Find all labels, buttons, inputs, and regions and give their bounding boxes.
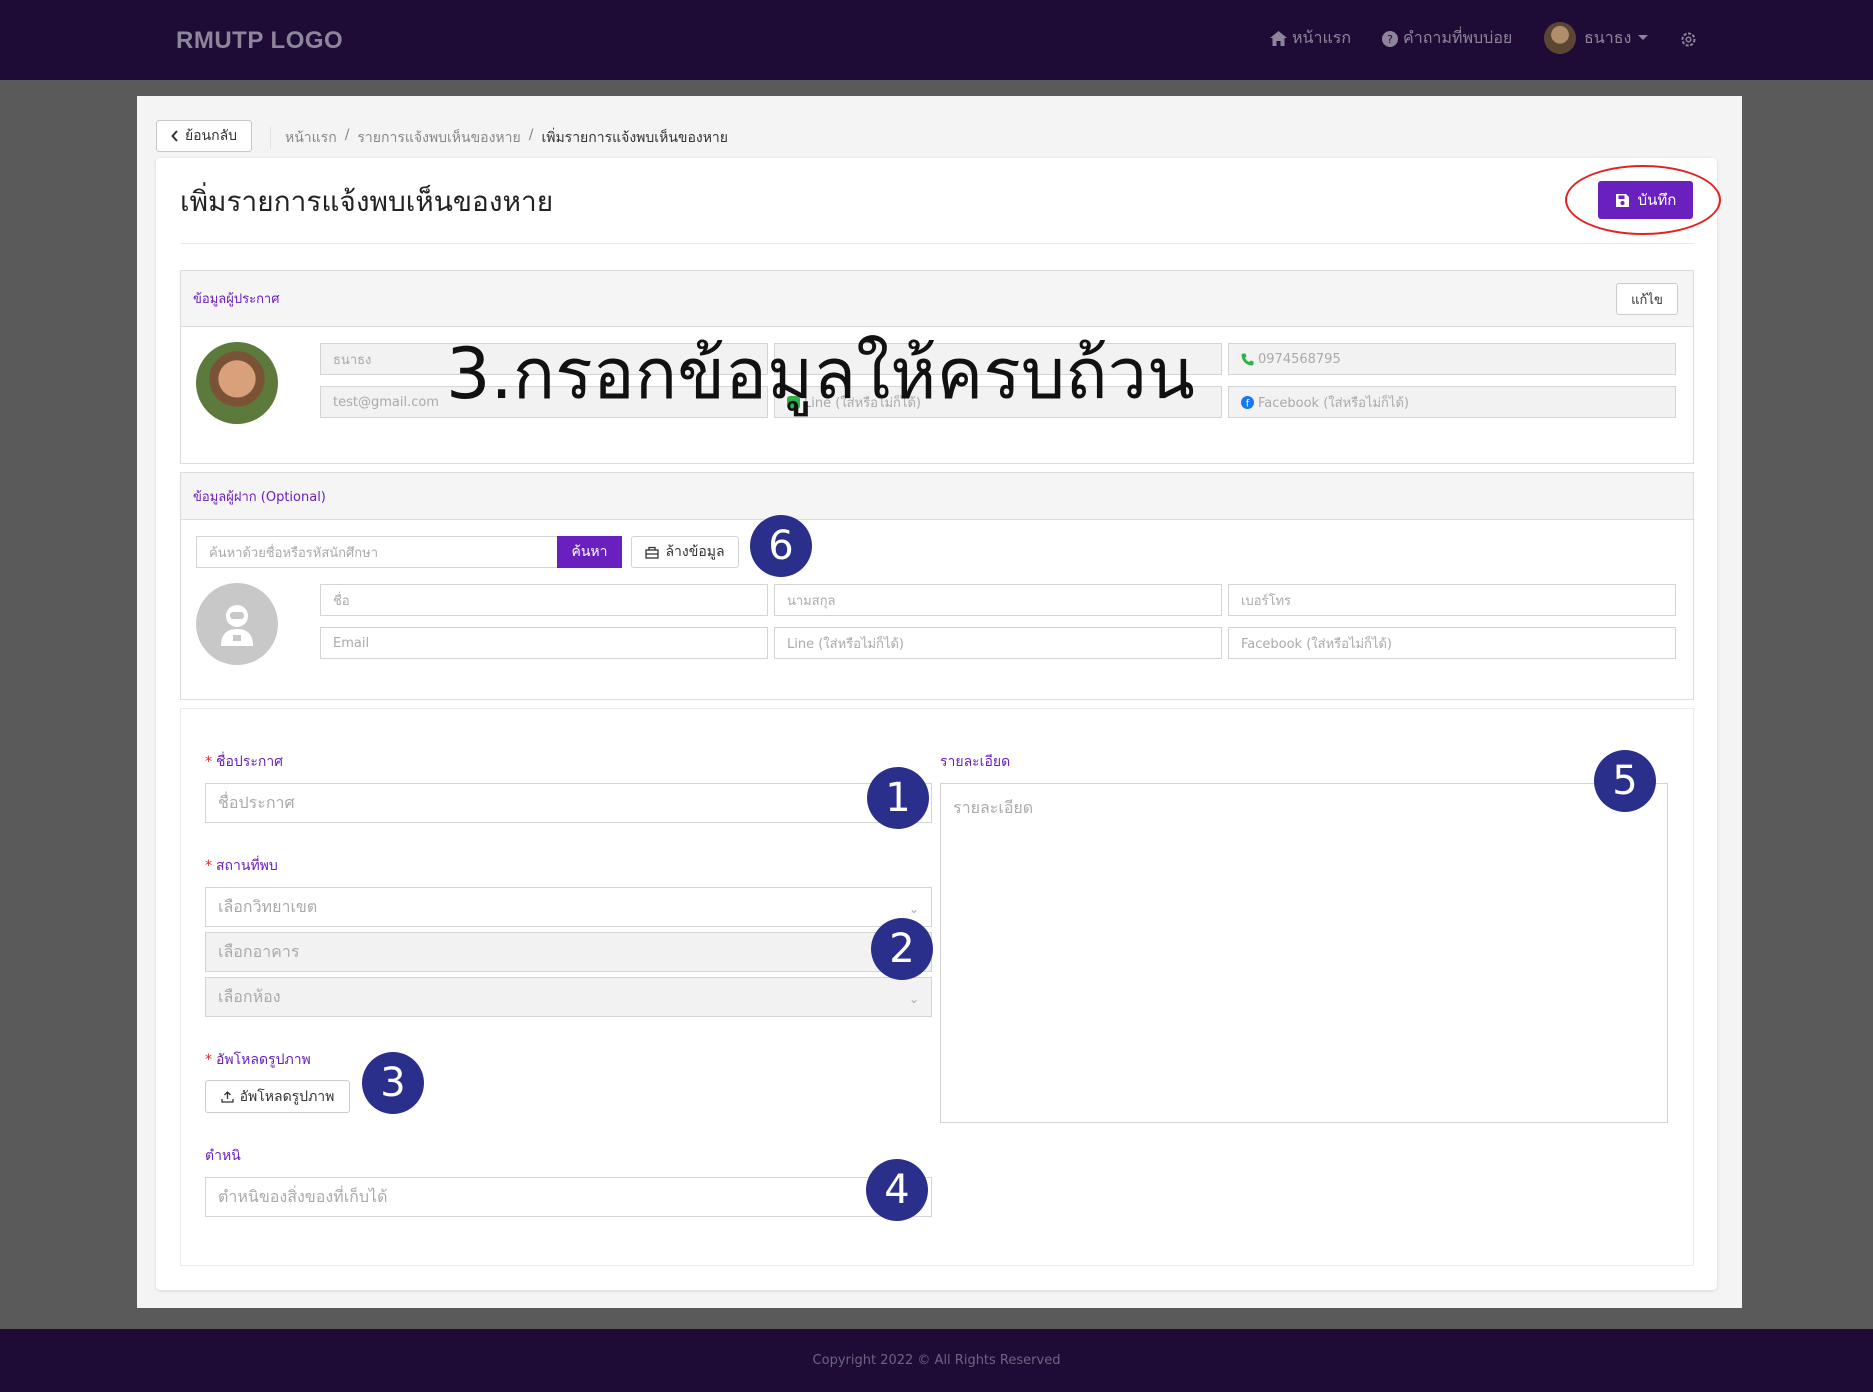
breadcrumb: หน้าแรก / รายการแจ้งพบเห็นของหาย / เพิ่ม…	[270, 127, 728, 149]
depositor-panel-heading: ข้อมูลผู้ฝาก (Optional)	[181, 473, 1693, 520]
breadcrumb-home[interactable]: หน้าแรก	[285, 127, 337, 149]
upload-image-button[interactable]: อัพโหลดรูปภาพ	[205, 1080, 350, 1113]
nav-faq-label: คำถามที่พบบ่อย	[1403, 28, 1513, 47]
nav-faq-link[interactable]: ? คำถามที่พบบ่อย	[1382, 26, 1512, 51]
defect-label: ตำหนิ	[205, 1148, 241, 1164]
announcer-facebook-placeholder: Facebook (ใส่หรือไม่ก็ได้)	[1258, 395, 1409, 411]
caret-down-icon	[1638, 35, 1649, 40]
page-title: เพิ่มรายการแจ้งพบเห็นของหาย	[180, 185, 554, 218]
announcement-title-label: * ชื่อประกาศ	[205, 751, 283, 773]
announcer-avatar	[196, 342, 278, 424]
campus-select-placeholder: เลือกวิทยาเขต	[218, 896, 318, 916]
chevron-down-icon: ⌄	[908, 902, 919, 916]
footer: Copyright 2022 © All Rights Reserved	[0, 1329, 1873, 1392]
user-avatar	[1544, 22, 1576, 54]
edit-announcer-button[interactable]: แก้ไข	[1616, 283, 1678, 315]
breadcrumb-current: เพิ่มรายการแจ้งพบเห็นของหาย	[541, 130, 728, 146]
detail-label: รายละเอียด	[940, 754, 1011, 770]
step-badge-annotation: 6	[750, 515, 812, 577]
home-icon	[1270, 31, 1287, 46]
announcement-title-placeholder: ชื่อประกาศ	[218, 792, 295, 812]
depositor-name-field[interactable]: ชื่อ	[320, 584, 768, 616]
announcement-title-label-text: ชื่อประกาศ	[216, 754, 284, 770]
step-badge-annotation: 5	[1594, 750, 1656, 812]
phone-icon	[1241, 353, 1254, 365]
depositor-email-placeholder: Email	[333, 635, 370, 651]
announcer-email-value: test@gmail.com	[333, 394, 439, 410]
room-select[interactable]: เลือกห้อง ⌄	[205, 977, 932, 1017]
breadcrumb-separator: /	[528, 127, 534, 143]
facebook-icon: f	[1241, 395, 1254, 409]
detail-placeholder: รายละเอียด	[953, 798, 1034, 817]
announcement-title-input[interactable]: ชื่อประกาศ	[205, 783, 932, 823]
instruction-annotation: 3.กรอกข้อมูลให้ครบถ้วน	[446, 333, 1195, 415]
step-badge-annotation: 1	[867, 767, 929, 829]
required-marker: *	[205, 754, 212, 770]
announcer-phone-field[interactable]: 0974568795	[1228, 343, 1676, 375]
user-menu[interactable]: ธนาธง	[1544, 22, 1654, 54]
top-navbar: RMUTP LOGO หน้าแรก ? คำถามที่พบบ่อย ธนาธ…	[0, 0, 1873, 80]
depositor-avatar-placeholder	[196, 583, 278, 665]
depositor-search-input[interactable]: ค้นหาด้วยชื่อหรือรหัสนักศึกษา	[196, 536, 558, 568]
depositor-line-field[interactable]: Line (ใส่หรือไม่ก็ได้)	[774, 627, 1222, 659]
divider	[180, 243, 1694, 244]
location-label: * สถานที่พบ	[205, 855, 278, 877]
depositor-facebook-field[interactable]: Facebook (ใส่หรือไม่ก็ได้)	[1228, 627, 1676, 659]
svg-text:?: ?	[1387, 33, 1393, 46]
announcer-facebook-field[interactable]: f Facebook (ใส่หรือไม่ก็ได้)	[1228, 386, 1676, 418]
building-select-placeholder: เลือกอาคาร	[218, 941, 300, 961]
building-select[interactable]: เลือกอาคาร	[205, 932, 932, 972]
clear-data-label: ล้างข้อมูล	[665, 544, 725, 560]
upload-image-button-label: อัพโหลดรูปภาพ	[239, 1088, 335, 1105]
depositor-surname-placeholder: นามสกุล	[787, 593, 836, 609]
breadcrumb-found-items[interactable]: รายการแจ้งพบเห็นของหาย	[357, 127, 520, 149]
back-button[interactable]: ย้อนกลับ	[156, 120, 252, 152]
highlight-ring-annotation	[1565, 165, 1721, 235]
announcer-phone-value: 0974568795	[1258, 351, 1341, 367]
upload-image-label-text: อัพโหลดรูปภาพ	[216, 1052, 311, 1068]
campus-select[interactable]: เลือกวิทยาเขต ⌄	[205, 887, 932, 927]
depositor-line-placeholder: Line (ใส่หรือไม่ก็ได้)	[787, 636, 904, 652]
room-select-placeholder: เลือกห้อง	[218, 986, 281, 1006]
required-marker: *	[205, 1052, 212, 1068]
nav-home-label: หน้าแรก	[1292, 28, 1352, 47]
eraser-icon	[645, 546, 660, 559]
settings-button[interactable]	[1680, 31, 1702, 48]
depositor-phone-field[interactable]: เบอร์โทร	[1228, 584, 1676, 616]
nav-home-link[interactable]: หน้าแรก	[1270, 26, 1351, 51]
depositor-surname-field[interactable]: นามสกุล	[774, 584, 1222, 616]
upload-image-label: * อัพโหลดรูปภาพ	[205, 1049, 311, 1071]
clear-data-button[interactable]: ล้างข้อมูล	[631, 536, 739, 568]
chevron-down-icon: ⌄	[908, 992, 919, 1006]
footer-copyright: Copyright 2022 © All Rights Reserved	[812, 1353, 1061, 1368]
site-logo[interactable]: RMUTP LOGO	[176, 27, 343, 55]
depositor-email-field[interactable]: Email	[320, 627, 768, 659]
user-name: ธนาธง	[1584, 27, 1632, 47]
location-label-text: สถานที่พบ	[216, 858, 278, 874]
question-circle-icon: ?	[1382, 30, 1398, 47]
depositor-search-placeholder: ค้นหาด้วยชื่อหรือรหัสนักศึกษา	[209, 545, 379, 561]
defect-placeholder: ตำหนิของสิ่งของที่เก็บได้	[218, 1186, 388, 1206]
breadcrumb-separator: /	[344, 127, 350, 143]
announcer-first-name-value: ธนาธง	[333, 352, 372, 368]
upload-icon	[220, 1091, 234, 1103]
depositor-search-button[interactable]: ค้นหา	[557, 536, 622, 568]
gear-icon	[1681, 32, 1696, 47]
chevron-left-icon	[171, 130, 178, 142]
svg-text:f: f	[1246, 398, 1250, 409]
detail-textarea[interactable]: รายละเอียด	[940, 783, 1668, 1123]
back-button-label: ย้อนกลับ	[184, 128, 238, 144]
defect-input[interactable]: ตำหนิของสิ่งของที่เก็บได้	[205, 1177, 932, 1217]
depositor-facebook-placeholder: Facebook (ใส่หรือไม่ก็ได้)	[1241, 636, 1392, 652]
required-marker: *	[205, 858, 212, 874]
user-placeholder-icon	[221, 605, 253, 646]
step-badge-annotation: 4	[866, 1159, 928, 1221]
step-badge-annotation: 2	[871, 918, 933, 980]
step-badge-annotation: 3	[362, 1052, 424, 1114]
depositor-name-placeholder: ชื่อ	[333, 593, 350, 609]
depositor-phone-placeholder: เบอร์โทร	[1241, 593, 1292, 609]
